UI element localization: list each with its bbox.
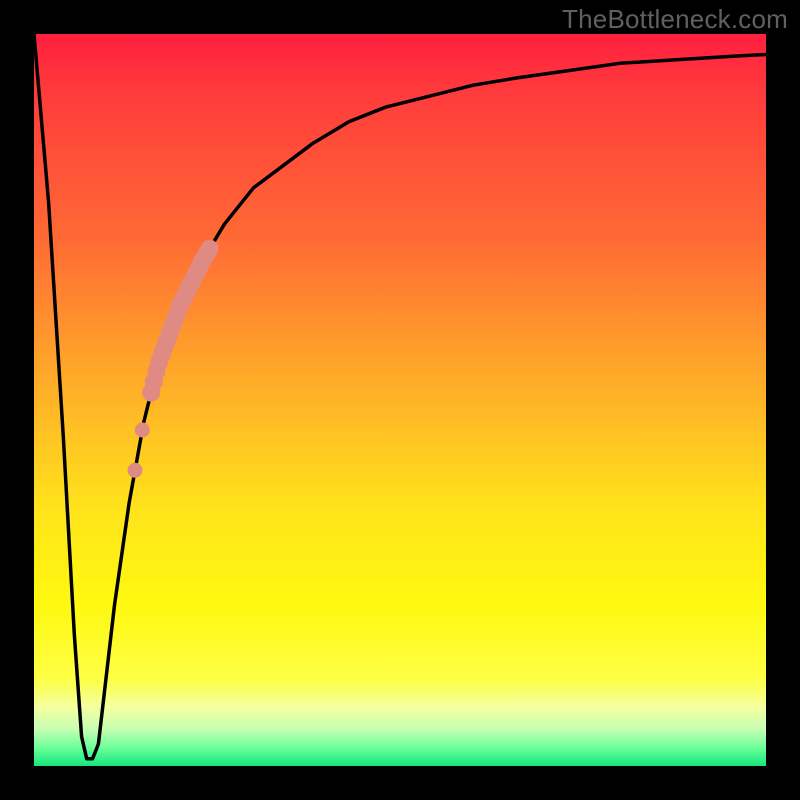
highlight-dot — [135, 423, 150, 438]
highlight-dot — [201, 240, 219, 258]
highlight-dot — [128, 463, 143, 478]
watermark-text: TheBottleneck.com — [562, 4, 788, 35]
plot-area — [34, 34, 766, 766]
chart-frame: TheBottleneck.com — [0, 0, 800, 800]
curve-svg — [34, 34, 766, 766]
